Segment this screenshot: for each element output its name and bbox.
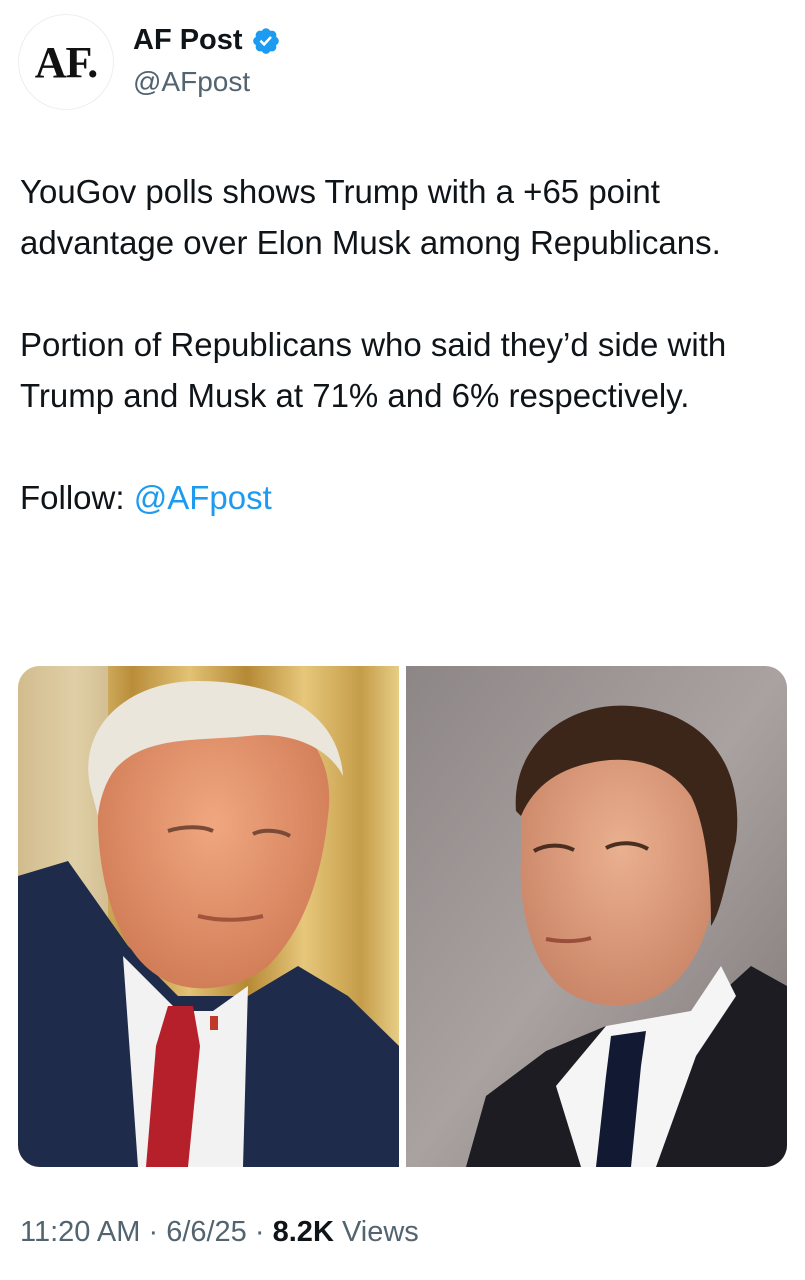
- author-display-name[interactable]: AF Post: [133, 24, 243, 57]
- tweet-meta: 11:20 AM · 6/6/25 · 8.2K Views: [20, 1216, 419, 1249]
- views-count[interactable]: 8.2K: [273, 1216, 334, 1248]
- tweet-follow-line: Follow: @AFpost: [20, 472, 790, 523]
- verified-badge-icon: [252, 27, 279, 54]
- author-name-row: AF Post: [133, 24, 281, 57]
- tweet-paragraph-2: Portion of Republicans who said they’d s…: [20, 326, 727, 414]
- tweet-text: YouGov polls shows Trump with a +65 poin…: [20, 166, 790, 523]
- tweet-paragraph-1: YouGov polls shows Trump with a +65 poin…: [20, 173, 721, 261]
- portrait-photo-left-image: [18, 666, 399, 1167]
- views-label: Views: [341, 1216, 419, 1248]
- avatar-logo-text: AF.: [34, 37, 99, 87]
- follow-mention-link[interactable]: @AFpost: [134, 479, 272, 516]
- avatar[interactable]: AF.: [18, 14, 114, 110]
- follow-label: Follow:: [20, 479, 134, 516]
- media-photo-right[interactable]: [406, 666, 787, 1167]
- portrait-photo-right-image: [406, 666, 787, 1167]
- tweet-media: [18, 666, 787, 1167]
- media-photo-left[interactable]: [18, 666, 399, 1167]
- tweet-date[interactable]: 6/6/25: [166, 1216, 247, 1248]
- author-handle[interactable]: @AFpost: [133, 66, 250, 98]
- meta-separator: ·: [148, 1216, 159, 1248]
- meta-separator: ·: [254, 1216, 265, 1248]
- tweet-time[interactable]: 11:20 AM: [20, 1216, 140, 1248]
